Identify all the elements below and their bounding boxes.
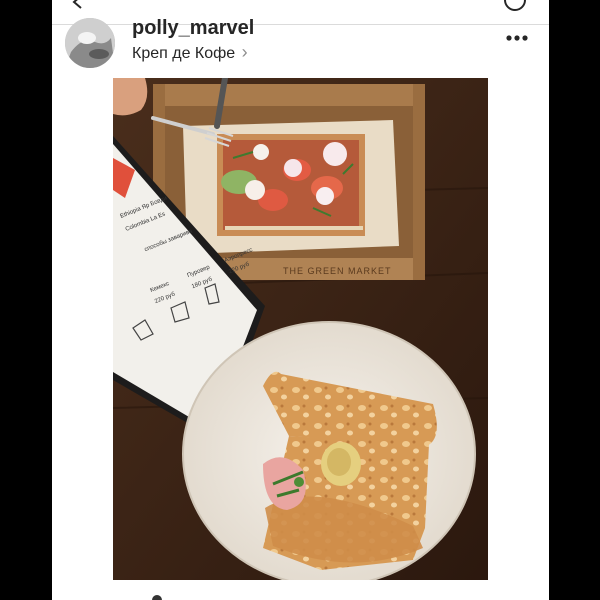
post-header: polly_marvel Креп де Кофе › [52, 17, 549, 78]
compass-icon[interactable] [503, 0, 527, 12]
username[interactable]: polly_marvel [132, 17, 254, 40]
avatar[interactable] [65, 18, 115, 68]
more-horizontal-icon[interactable] [505, 34, 529, 42]
post-photo[interactable]: THE GREEN MARKET Ethiopia Яр Бовди Colom… [113, 78, 488, 580]
top-nav-bar [52, 0, 549, 25]
chevron-right-icon: › [241, 42, 248, 62]
location-link[interactable]: Креп де Кофе › [132, 42, 248, 63]
location-label: Креп де Кофе [132, 45, 236, 62]
photo-illustration: THE GREEN MARKET Ethiopia Яр Бовди Colom… [113, 78, 488, 580]
instagram-screen: polly_marvel Креп де Кофе › THE GREEN MA… [52, 0, 549, 600]
svg-text:THE GREEN MARKET: THE GREEN MARKET [283, 266, 392, 276]
next-item-peek [152, 595, 162, 600]
chevron-left-icon[interactable] [70, 0, 86, 10]
